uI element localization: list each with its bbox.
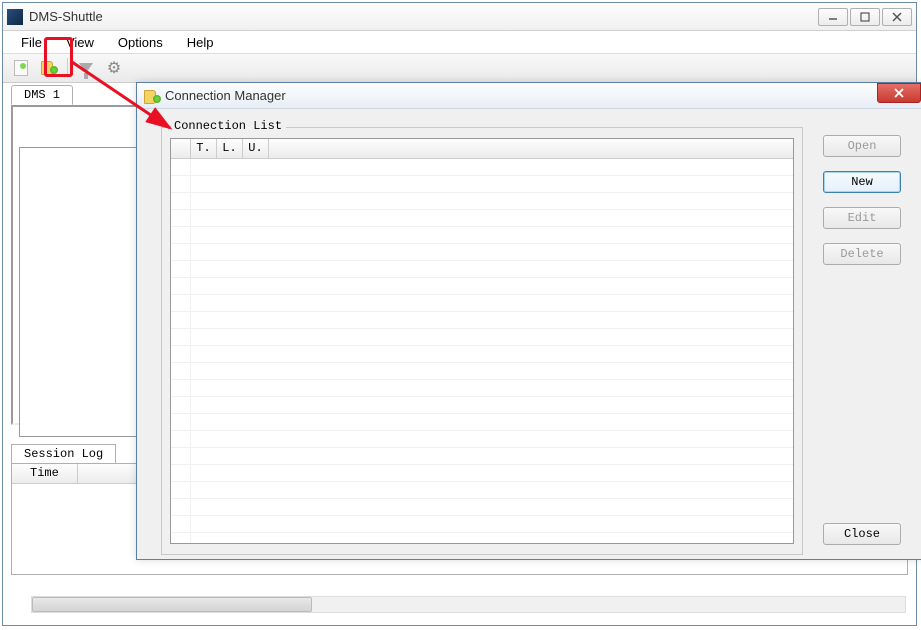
- table-row[interactable]: [171, 261, 793, 278]
- table-row[interactable]: [171, 533, 793, 543]
- app-title: DMS-Shuttle: [29, 9, 818, 24]
- new-button[interactable]: New: [823, 171, 901, 193]
- close-icon: [894, 88, 904, 98]
- table-row[interactable]: [171, 329, 793, 346]
- table-row[interactable]: [171, 295, 793, 312]
- table-row[interactable]: [171, 278, 793, 295]
- table-row[interactable]: [171, 414, 793, 431]
- table-row[interactable]: [171, 363, 793, 380]
- dialog-title-bar[interactable]: Connection Manager: [137, 83, 921, 109]
- connect-icon: [40, 59, 58, 77]
- horizontal-scrollbar[interactable]: [31, 596, 906, 613]
- table-row[interactable]: [171, 397, 793, 414]
- table-row[interactable]: [171, 380, 793, 397]
- table-row[interactable]: [171, 448, 793, 465]
- table-row[interactable]: [171, 431, 793, 448]
- connection-list-table[interactable]: T. L. U.: [170, 138, 794, 544]
- menu-view[interactable]: View: [56, 33, 104, 52]
- menu-bar: File View Options Help: [3, 31, 916, 53]
- table-row[interactable]: [171, 465, 793, 482]
- table-row[interactable]: [171, 227, 793, 244]
- table-row[interactable]: [171, 193, 793, 210]
- delete-button[interactable]: Delete: [823, 243, 901, 265]
- table-row[interactable]: [171, 210, 793, 227]
- list-col-rest[interactable]: [269, 139, 793, 158]
- tree-panel[interactable]: [19, 147, 137, 437]
- menu-file[interactable]: File: [11, 33, 52, 52]
- table-row[interactable]: [171, 482, 793, 499]
- table-row[interactable]: [171, 176, 793, 193]
- minimize-button[interactable]: [818, 8, 848, 26]
- left-panel: [11, 105, 141, 425]
- title-bar: DMS-Shuttle: [3, 3, 916, 31]
- close-button[interactable]: [882, 8, 912, 26]
- close-icon: [892, 12, 902, 22]
- dialog-icon: [143, 88, 159, 104]
- filter-icon: [79, 63, 93, 73]
- connection-list-group: Connection List T. L. U.: [161, 127, 803, 555]
- table-row[interactable]: [171, 159, 793, 176]
- table-row[interactable]: [171, 516, 793, 533]
- gear-icon: ⚙: [107, 58, 121, 78]
- table-row[interactable]: [171, 312, 793, 329]
- list-col-t[interactable]: T.: [191, 139, 217, 158]
- table-row[interactable]: [171, 499, 793, 516]
- connection-list-label: Connection List: [170, 119, 286, 133]
- dialog-close-action-button[interactable]: Close: [823, 523, 901, 545]
- connect-button[interactable]: [37, 56, 61, 80]
- maximize-icon: [860, 12, 870, 22]
- list-header: T. L. U.: [171, 139, 793, 159]
- new-page-button[interactable]: [9, 56, 33, 80]
- maximize-button[interactable]: [850, 8, 880, 26]
- window-controls: [818, 8, 912, 26]
- menu-options[interactable]: Options: [108, 33, 173, 52]
- list-col-u[interactable]: U.: [243, 139, 269, 158]
- scrollbar-thumb[interactable]: [32, 597, 312, 612]
- settings-button[interactable]: ⚙: [102, 56, 126, 80]
- connection-manager-dialog: Connection Manager Connection List T. L.…: [136, 82, 921, 560]
- session-col-time[interactable]: Time: [12, 464, 78, 483]
- dialog-title: Connection Manager: [165, 88, 286, 103]
- session-log-tab[interactable]: Session Log: [11, 444, 116, 464]
- list-col-l[interactable]: L.: [217, 139, 243, 158]
- list-col-blank[interactable]: [171, 139, 191, 158]
- dialog-action-buttons: Open New Edit Delete: [823, 135, 901, 265]
- list-rows: [171, 159, 793, 543]
- minimize-icon: [828, 12, 838, 22]
- toolbar: ⚙: [3, 53, 916, 83]
- app-icon: [7, 9, 23, 25]
- open-button[interactable]: Open: [823, 135, 901, 157]
- menu-help[interactable]: Help: [177, 33, 224, 52]
- table-row[interactable]: [171, 346, 793, 363]
- toolbar-separator: [67, 58, 68, 78]
- dialog-close-button[interactable]: [877, 83, 921, 103]
- filter-button[interactable]: [74, 56, 98, 80]
- new-page-icon: [14, 60, 28, 76]
- tab-dms1[interactable]: DMS 1: [11, 85, 73, 105]
- edit-button[interactable]: Edit: [823, 207, 901, 229]
- dialog-body: Connection List T. L. U.: [137, 109, 921, 559]
- table-row[interactable]: [171, 244, 793, 261]
